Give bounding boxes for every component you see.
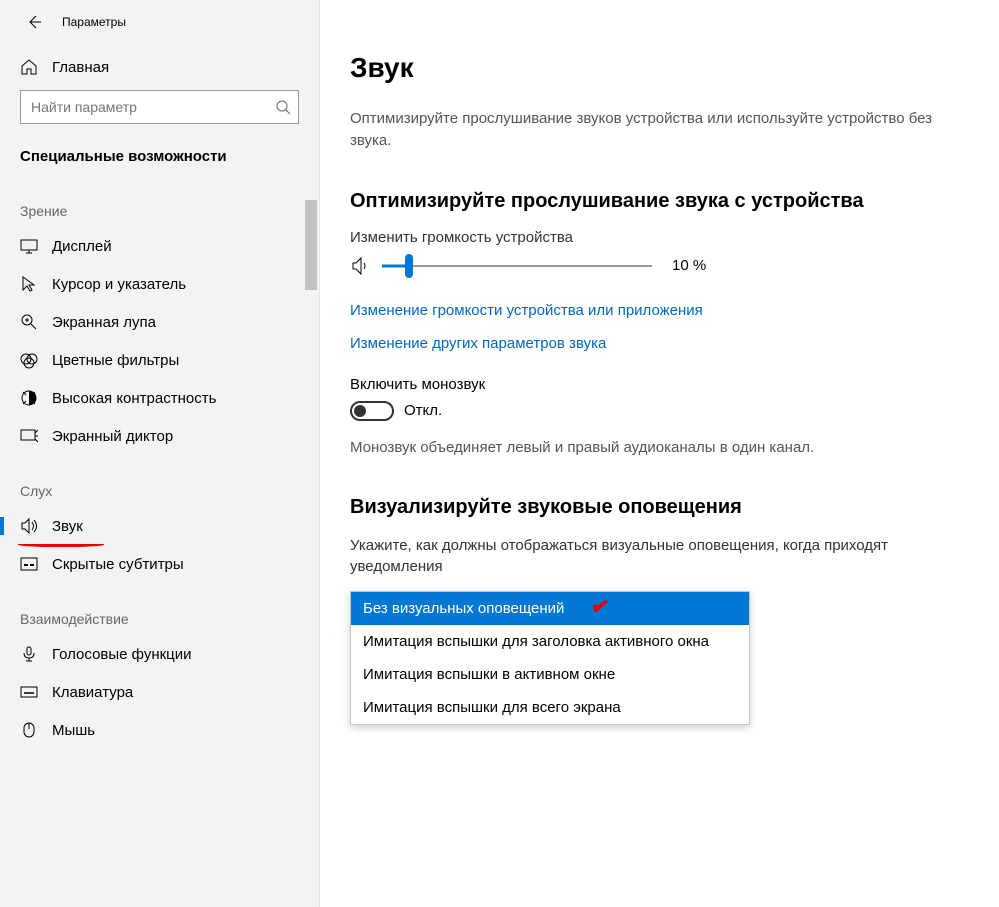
sidebar-item-color-filters[interactable]: Цветные фильтры [0, 341, 319, 379]
mouse-icon [20, 721, 38, 739]
group-label-hearing: Слух [0, 455, 319, 507]
voice-icon [20, 645, 38, 663]
sidebar-home-label: Главная [52, 59, 109, 76]
link-other-sound-settings[interactable]: Изменение других параметров звука [350, 327, 969, 360]
back-button[interactable] [24, 12, 44, 32]
window-title: Параметры [62, 15, 126, 29]
category-title: Специальные возможности [20, 144, 299, 175]
scrollbar[interactable] [303, 200, 319, 907]
sidebar-item-label: Голосовые функции [52, 646, 192, 663]
magnifier-icon [20, 313, 38, 331]
sidebar-item-sound[interactable]: Звук [0, 507, 319, 545]
page-title: Звук [350, 0, 969, 108]
dropdown-option-screen-flash[interactable]: Имитация вспышки для всего экрана [351, 691, 749, 724]
sidebar-item-display[interactable]: Дисплей [0, 227, 319, 265]
mono-label: Включить монозвук [350, 360, 969, 401]
section-visual-heading: Визуализируйте звуковые оповещения [350, 458, 969, 535]
volume-row: 10 % [350, 254, 969, 294]
dropdown-option-window-flash[interactable]: Имитация вспышки в активном окне [351, 658, 749, 691]
color-filter-icon [20, 351, 38, 369]
sidebar-item-label: Экранная лупа [52, 314, 156, 331]
sidebar-item-magnifier[interactable]: Экранная лупа [0, 303, 319, 341]
sidebar-item-label: Высокая контрастность [52, 390, 216, 407]
scrollbar-thumb[interactable] [305, 200, 317, 290]
keyboard-icon [20, 683, 38, 701]
volume-label: Изменить громкость устройства [350, 229, 969, 254]
dropdown-option-none[interactable]: Без визуальных оповещений ✔ [351, 592, 749, 625]
toggle-knob [354, 405, 366, 417]
contrast-icon [20, 389, 38, 407]
annotation-checkmark: ✔ [589, 593, 611, 621]
sidebar-item-cursor[interactable]: Курсор и указатель [0, 265, 319, 303]
dropdown-option-label: Имитация вспышки для всего экрана [363, 699, 621, 716]
sidebar-item-narrator[interactable]: Экранный диктор [0, 417, 319, 455]
sidebar: Параметры Главная Специальные возможност… [0, 0, 320, 907]
main-content: Звук Оптимизируйте прослушивание звуков … [320, 0, 999, 907]
sidebar-item-label: Мышь [52, 722, 95, 739]
sound-icon [20, 517, 38, 535]
dropdown-option-label: Имитация вспышки в активном окне [363, 666, 615, 683]
titlebar: Параметры [0, 0, 319, 40]
volume-slider[interactable] [382, 254, 652, 278]
visual-description: Укажите, как должны отображаться визуаль… [350, 535, 969, 585]
link-change-volume[interactable]: Изменение громкости устройства или прило… [350, 294, 969, 327]
volume-value: 10 % [672, 257, 706, 274]
cursor-icon [20, 275, 38, 293]
sidebar-item-keyboard[interactable]: Клавиатура [0, 673, 319, 711]
group-label-interaction: Взаимодействие [0, 583, 319, 635]
dropdown-option-titlebar-flash[interactable]: Имитация вспышки для заголовка активного… [351, 625, 749, 658]
search-input[interactable] [20, 90, 299, 124]
sidebar-item-label: Скрытые субтитры [52, 556, 184, 573]
search-box[interactable] [20, 90, 299, 124]
sidebar-item-high-contrast[interactable]: Высокая контрастность [0, 379, 319, 417]
visual-alerts-dropdown[interactable]: Без визуальных оповещений ✔ Имитация всп… [350, 591, 750, 725]
sidebar-item-voice[interactable]: Голосовые функции [0, 635, 319, 673]
sidebar-item-label: Клавиатура [52, 684, 133, 701]
narrator-icon [20, 427, 38, 445]
mono-toggle-row: Откл. [350, 401, 969, 437]
speaker-icon [350, 255, 372, 277]
captions-icon [20, 555, 38, 573]
sidebar-item-label: Звук [52, 518, 83, 535]
dropdown-list: Без визуальных оповещений ✔ Имитация всп… [350, 591, 750, 725]
sidebar-item-mouse[interactable]: Мышь [0, 711, 319, 749]
search-icon [275, 99, 291, 115]
sidebar-item-label: Дисплей [52, 238, 112, 255]
slider-track [382, 265, 652, 267]
dropdown-option-label: Без визуальных оповещений [363, 600, 564, 617]
arrow-left-icon [26, 14, 42, 30]
section-optimize-heading: Оптимизируйте прослушивание звука с устр… [350, 152, 969, 229]
sidebar-item-captions[interactable]: Скрытые субтитры [0, 545, 319, 583]
display-icon [20, 237, 38, 255]
sidebar-item-label: Курсор и указатель [52, 276, 186, 293]
mono-description: Монозвук объединяет левый и правый аудио… [350, 437, 969, 459]
dropdown-option-label: Имитация вспышки для заголовка активного… [363, 633, 709, 650]
sidebar-item-label: Экранный диктор [52, 428, 173, 445]
slider-thumb[interactable] [405, 254, 413, 278]
page-description: Оптимизируйте прослушивание звуков устро… [350, 108, 969, 152]
mono-toggle[interactable] [350, 401, 394, 421]
sidebar-item-label: Цветные фильтры [52, 352, 179, 369]
mono-toggle-state: Откл. [404, 402, 442, 419]
group-label-vision: Зрение [0, 175, 319, 227]
sidebar-home[interactable]: Главная [20, 40, 299, 90]
home-icon [20, 58, 38, 76]
